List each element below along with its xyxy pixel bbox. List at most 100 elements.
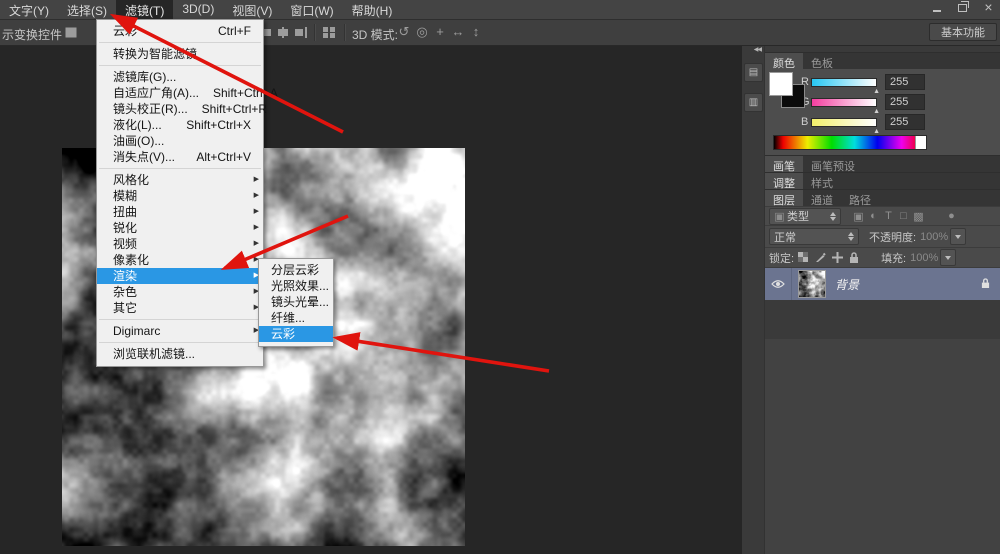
- layer-visibility-toggle[interactable]: [765, 268, 792, 300]
- menu-item-view[interactable]: 视图(V): [223, 0, 281, 19]
- tab-color[interactable]: 颜色: [765, 53, 803, 69]
- tab-adjustments[interactable]: 调整: [765, 173, 803, 189]
- menu-item-3d[interactable]: 3D(D): [173, 0, 223, 19]
- filter-menu-item-smart-filters[interactable]: 转换为智能滤镜: [97, 46, 263, 62]
- 3d-scale-icon[interactable]: ↕: [468, 24, 484, 39]
- submenu-item-fibers[interactable]: 纤维...: [259, 310, 333, 326]
- green-value-field[interactable]: 255: [885, 94, 925, 110]
- photoshop-window: 文字(Y) 选择(S) 滤镜(T) 3D(D) 视图(V) 窗口(W) 帮助(H…: [0, 0, 1000, 554]
- filter-menu-item-liquify[interactable]: 液化(L)...Shift+Ctrl+X: [97, 117, 263, 133]
- options-divider: [344, 24, 345, 41]
- menu-bar: 文字(Y) 选择(S) 滤镜(T) 3D(D) 视图(V) 窗口(W) 帮助(H…: [0, 0, 1000, 20]
- combo-arrows-icon: [842, 232, 854, 241]
- submenu-item-lighting-effects[interactable]: 光照效果...: [259, 278, 333, 294]
- distribute-columns-icon[interactable]: [322, 26, 336, 39]
- 3d-slide-icon[interactable]: ↔: [450, 24, 466, 39]
- reference-point-icon[interactable]: [64, 26, 78, 39]
- menu-item-help[interactable]: 帮助(H): [343, 0, 402, 19]
- tab-swatches[interactable]: 色板: [803, 53, 841, 69]
- close-button[interactable]: [980, 1, 997, 14]
- filter-menu-item-distort[interactable]: 扭曲: [97, 204, 263, 220]
- minimize-button[interactable]: [928, 1, 945, 14]
- color-panel: R 255 G 255 B 255: [765, 69, 1000, 155]
- 3d-pan-icon[interactable]: +: [432, 24, 448, 39]
- filter-menu-item-render[interactable]: 渲染: [97, 268, 263, 284]
- menu-item-window[interactable]: 窗口(W): [281, 0, 342, 19]
- submenu-item-clouds[interactable]: 云彩: [259, 326, 333, 342]
- blue-slider-thumb[interactable]: [873, 128, 880, 135]
- layer-name[interactable]: 背景: [835, 276, 859, 293]
- tab-channels[interactable]: 通道: [803, 190, 841, 206]
- red-value-field[interactable]: 255: [885, 74, 925, 90]
- filter-smart-objects-icon[interactable]: ▩: [911, 210, 926, 223]
- lock-pixels-icon[interactable]: [815, 252, 826, 263]
- filter-menu-item-oil-paint[interactable]: 油画(O)...: [97, 133, 263, 149]
- layers-panel-tabs: 图层 通道 路径: [765, 189, 1000, 206]
- adjustments-panel-tabs: 调整 样式: [765, 172, 1000, 189]
- collapsed-panel-icon[interactable]: ▥: [744, 93, 763, 112]
- menu-separator: [99, 168, 261, 169]
- align-center-icon[interactable]: [276, 26, 290, 39]
- filter-menu-item-lens-correction[interactable]: 镜头校正(R)...Shift+Ctrl+R: [97, 101, 263, 117]
- workspace-switcher-button[interactable]: 基本功能: [929, 23, 997, 41]
- filter-menu-item-pixelate[interactable]: 像素化: [97, 252, 263, 268]
- collapsed-panel-icon[interactable]: ▤: [744, 63, 763, 82]
- menu-item-filter[interactable]: 滤镜(T): [116, 0, 173, 19]
- color-spectrum-ramp[interactable]: [773, 135, 927, 150]
- fill-dropdown-icon[interactable]: [940, 249, 956, 266]
- filter-menu-item-blur[interactable]: 模糊: [97, 188, 263, 204]
- green-slider[interactable]: [811, 98, 877, 107]
- tab-brush-presets[interactable]: 画笔预设: [803, 156, 863, 172]
- menu-separator: [99, 65, 261, 66]
- filter-menu-item-filter-gallery[interactable]: 滤镜库(G)...: [97, 69, 263, 85]
- 3d-orbit-icon[interactable]: ↺: [396, 24, 412, 40]
- red-slider[interactable]: [811, 78, 877, 87]
- align-right-icon[interactable]: [294, 26, 308, 39]
- restore-button[interactable]: [954, 1, 971, 14]
- filter-menu-dropdown: 云彩Ctrl+F 转换为智能滤镜 滤镜库(G)... 自适应广角(A)...Sh…: [96, 19, 264, 367]
- lock-position-icon[interactable]: [832, 252, 843, 263]
- collapse-panels-icon[interactable]: [754, 46, 761, 53]
- opacity-dropdown-icon[interactable]: [950, 228, 966, 245]
- filter-adjustment-layers-icon[interactable]: ◐: [866, 210, 881, 222]
- red-slider-thumb[interactable]: [873, 88, 880, 95]
- filter-menu-item-vanishing-point[interactable]: 消失点(V)...Alt+Ctrl+V: [97, 149, 263, 165]
- lock-all-icon[interactable]: [849, 252, 859, 264]
- filter-menu-item-adaptive-wide-angle[interactable]: 自适应广角(A)...Shift+Ctrl+A: [97, 85, 263, 101]
- filter-type-layers-icon[interactable]: T: [881, 210, 896, 222]
- 3d-roll-icon[interactable]: ◎: [414, 24, 430, 40]
- blend-mode-select[interactable]: 正常: [769, 228, 859, 245]
- color-panel-tabs: 颜色 色板: [765, 52, 1000, 69]
- blue-value-field[interactable]: 255: [885, 114, 925, 130]
- green-slider-thumb[interactable]: [873, 108, 880, 115]
- filter-menu-item-noise[interactable]: 杂色: [97, 284, 263, 300]
- fill-value[interactable]: 100%: [910, 252, 938, 264]
- tab-styles[interactable]: 样式: [803, 173, 841, 189]
- render-submenu: 分层云彩 光照效果... 镜头光晕... 纤维... 云彩: [258, 258, 334, 347]
- filter-menu-item-browse-filters-online[interactable]: 浏览联机滤镜...: [97, 346, 263, 362]
- tab-brush[interactable]: 画笔: [765, 156, 803, 172]
- filter-menu-item-other[interactable]: 其它: [97, 300, 263, 316]
- submenu-item-difference-clouds[interactable]: 分层云彩: [259, 262, 333, 278]
- layer-thumbnail[interactable]: [798, 270, 826, 298]
- submenu-item-lens-flare[interactable]: 镜头光晕...: [259, 294, 333, 310]
- lock-transparency-icon[interactable]: [798, 252, 809, 263]
- menu-item-select[interactable]: 选择(S): [58, 0, 116, 19]
- opacity-value[interactable]: 100%: [920, 231, 948, 243]
- filter-menu-item-last-filter[interactable]: 云彩Ctrl+F: [97, 23, 263, 39]
- filter-pixel-layers-icon[interactable]: ▣: [851, 210, 866, 223]
- blue-slider[interactable]: [811, 118, 877, 127]
- brush-panel-tabs: 画笔 画笔预设: [765, 155, 1000, 172]
- filter-menu-item-video[interactable]: 视频: [97, 236, 263, 252]
- filter-shape-layers-icon[interactable]: □: [896, 210, 911, 222]
- layer-filter-toggle-icon[interactable]: ●: [944, 210, 959, 222]
- tab-layers[interactable]: 图层: [765, 190, 803, 206]
- layer-filter-kind-select[interactable]: ▣ 类型: [769, 208, 841, 225]
- tab-paths[interactable]: 路径: [841, 190, 879, 206]
- filter-menu-item-digimarc[interactable]: Digimarc: [97, 323, 263, 339]
- filter-menu-item-stylize[interactable]: 风格化: [97, 172, 263, 188]
- filter-menu-item-sharpen[interactable]: 锐化: [97, 220, 263, 236]
- foreground-color-swatch[interactable]: [769, 72, 793, 96]
- menu-item-type[interactable]: 文字(Y): [0, 0, 58, 19]
- layer-row-background[interactable]: 背景: [765, 267, 1000, 300]
